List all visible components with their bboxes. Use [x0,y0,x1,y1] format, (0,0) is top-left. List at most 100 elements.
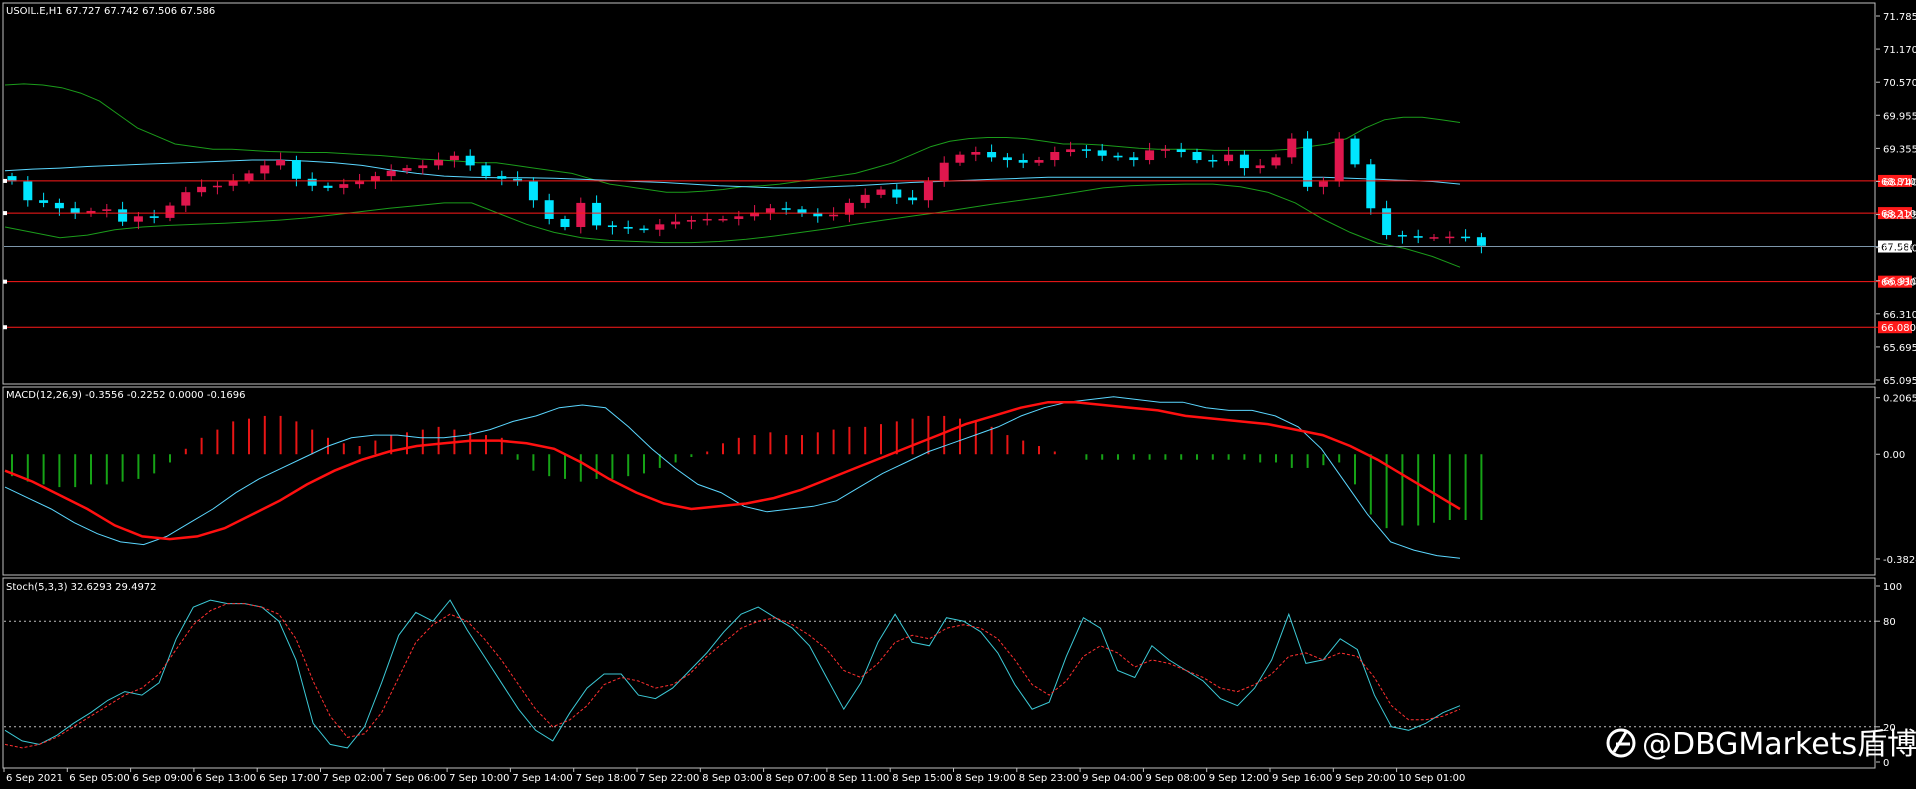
time-tick-label: 7 Sep 22:00 [639,773,699,784]
candle-body [1066,149,1076,152]
time-tick-label: 9 Sep 08:00 [1145,773,1205,784]
candle-body [307,178,317,186]
time-tick-label: 7 Sep 14:00 [512,773,572,784]
candle-body [923,181,933,201]
candle-body [1192,151,1202,161]
candle-body [1318,181,1328,187]
candle-body [465,155,475,166]
candle-body [560,218,570,228]
candle-body [118,209,128,222]
candle-body [781,208,791,210]
price-tick-label: 65.095 [1883,376,1916,387]
candle-body [1160,149,1170,151]
candle-body [1476,237,1486,246]
candle-body [102,209,112,211]
macd-tick-label: 0.2065 [1883,394,1916,405]
candle-body [1271,157,1281,166]
candle-body [892,189,902,198]
price-tick-label: 68.740 [1883,177,1916,188]
price-tick-label: 66.910 [1883,277,1916,288]
candle-body [1097,150,1107,156]
candle-body [908,197,918,201]
time-tick-label: 6 Sep 05:00 [69,773,129,784]
price-tick-label: 69.955 [1883,111,1916,122]
trading-chart[interactable]: 68.81068.21066.93066.08067.586 71.78571.… [0,0,1916,789]
candle-body [23,181,33,201]
time-tick-label: 8 Sep 23:00 [1019,773,1079,784]
candle-body [860,194,870,203]
time-tick-label: 7 Sep 06:00 [386,773,446,784]
candle-body [1350,138,1360,165]
candle-body [1366,164,1376,209]
time-tick-label: 8 Sep 03:00 [702,773,762,784]
candle-body [1002,157,1012,161]
time-tick-label: 6 Sep 09:00 [133,773,193,784]
candle-body [260,165,270,174]
watermark-text: @DBGMarkets盾博 [1642,727,1916,762]
candle-body [165,205,175,218]
candle-body [197,186,207,193]
price-tick-label: 65.695 [1883,343,1916,354]
candle-body [291,160,301,179]
candle-body [497,176,507,179]
candle-body [607,225,617,228]
candle-body [1129,157,1139,161]
candle-body [1113,155,1123,158]
candle-body [1287,138,1297,158]
price-tick-label: 71.170 [1883,45,1916,56]
candle-body [1081,149,1091,151]
candle-body [1224,154,1234,162]
level-price-label: 66.080 [1881,323,1916,334]
candle-body [386,170,396,177]
candle-body [528,181,538,201]
candle-body [54,202,64,209]
candle-body [402,168,412,171]
candle-body [39,200,49,203]
candle-body [987,151,997,158]
candle-body [544,200,554,219]
candle-body [734,216,744,219]
candle-body [355,181,365,185]
level-anchor [3,325,7,330]
price-tick-label: 68.125 [1883,211,1916,222]
candle-body [1445,236,1455,239]
symbol-info: USOIL.E,H1 67.727 67.742 67.506 67.586 [6,6,215,17]
candle-body [481,165,491,177]
candle-body [623,227,633,229]
time-tick-label: 6 Sep 13:00 [196,773,256,784]
time-tick-label: 7 Sep 10:00 [449,773,509,784]
time-tick-label: 8 Sep 19:00 [956,773,1016,784]
candle-body [1018,160,1028,163]
stoch-tick-label: 80 [1883,617,1896,628]
price-tick-label: 67.510 [1883,244,1916,255]
time-tick-label: 9 Sep 16:00 [1272,773,1332,784]
candle-body [181,192,191,206]
time-tick-label: 10 Sep 01:00 [1399,773,1466,784]
candle-body [1145,150,1155,161]
candle-body [1034,160,1044,163]
level-anchor [3,279,7,284]
candle-body [955,154,965,163]
candle-body [1413,236,1423,238]
candle-body [686,220,696,222]
candle-body [1461,236,1471,239]
candle-body [639,228,649,231]
candle-body [1050,151,1060,161]
macd-tick-label: 0.00 [1883,450,1905,461]
candle-body [276,160,286,166]
candle-body [1176,149,1186,152]
candle-body [939,162,949,182]
candle-body [339,184,349,188]
candle-body [702,218,712,221]
candle-body [718,218,728,221]
time-tick-label: 7 Sep 02:00 [323,773,383,784]
time-tick-label: 6 Sep 17:00 [259,773,319,784]
candle-body [149,216,159,218]
time-tick-label: 6 Sep 2021 [6,773,63,784]
time-tick-label: 8 Sep 15:00 [892,773,952,784]
candle-body [971,151,981,155]
time-tick-label: 8 Sep 11:00 [829,773,889,784]
candle-body [1334,138,1344,182]
candle-body [592,202,602,226]
time-tick-label: 7 Sep 18:00 [576,773,636,784]
